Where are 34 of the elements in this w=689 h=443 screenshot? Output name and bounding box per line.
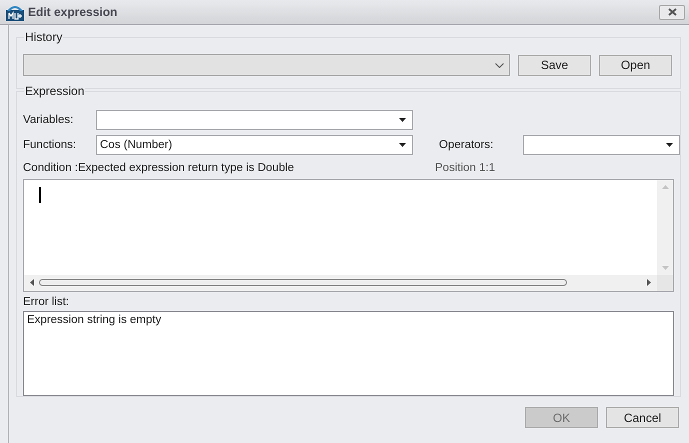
close-icon	[668, 8, 676, 16]
scroll-down-icon	[662, 266, 668, 270]
dropdown-arrow-icon	[399, 118, 406, 122]
close-button[interactable]	[659, 4, 685, 20]
field-label: Variables:	[23, 114, 74, 126]
cursor-position: Position 1:1	[435, 162, 496, 174]
field-label: Functions:	[23, 139, 78, 151]
field-value: Cos (Number)	[100, 139, 172, 151]
scroll-left-icon	[30, 279, 34, 286]
scroll-right-icon	[647, 279, 651, 286]
dropdown-arrow-icon	[666, 143, 673, 147]
operators-dropdown[interactable]	[523, 135, 680, 155]
chevron-down-icon	[495, 62, 504, 68]
button[interactable]: Save	[518, 54, 591, 76]
dropdown-arrow-icon	[399, 143, 406, 147]
condition-text: Condition :Expected expression return type is Double	[23, 162, 296, 174]
error-message: Expression string is empty	[27, 314, 162, 326]
button[interactable]: Cancel	[606, 407, 679, 428]
scrollbar-corner	[657, 274, 673, 291]
functions-dropdown[interactable]: Cos (Number)	[96, 135, 413, 155]
window-title: Edit expression	[28, 5, 118, 19]
field-label: Operators:	[439, 139, 494, 151]
scroll-thumb[interactable]	[39, 279, 567, 286]
variables-dropdown[interactable]	[96, 110, 413, 130]
text-cursor	[39, 186, 41, 203]
vertical-scrollbar[interactable]	[657, 180, 673, 275]
expression-editor[interactable]	[23, 178, 674, 292]
horizontal-scrollbar[interactable]	[24, 274, 657, 291]
group-label: Expression	[24, 84, 86, 98]
scroll-up-icon	[662, 184, 668, 189]
group-label: History	[24, 30, 64, 44]
app-logo-icon	[6, 3, 24, 21]
button[interactable]: Open	[599, 54, 672, 76]
field-label: Error list:	[23, 296, 70, 308]
